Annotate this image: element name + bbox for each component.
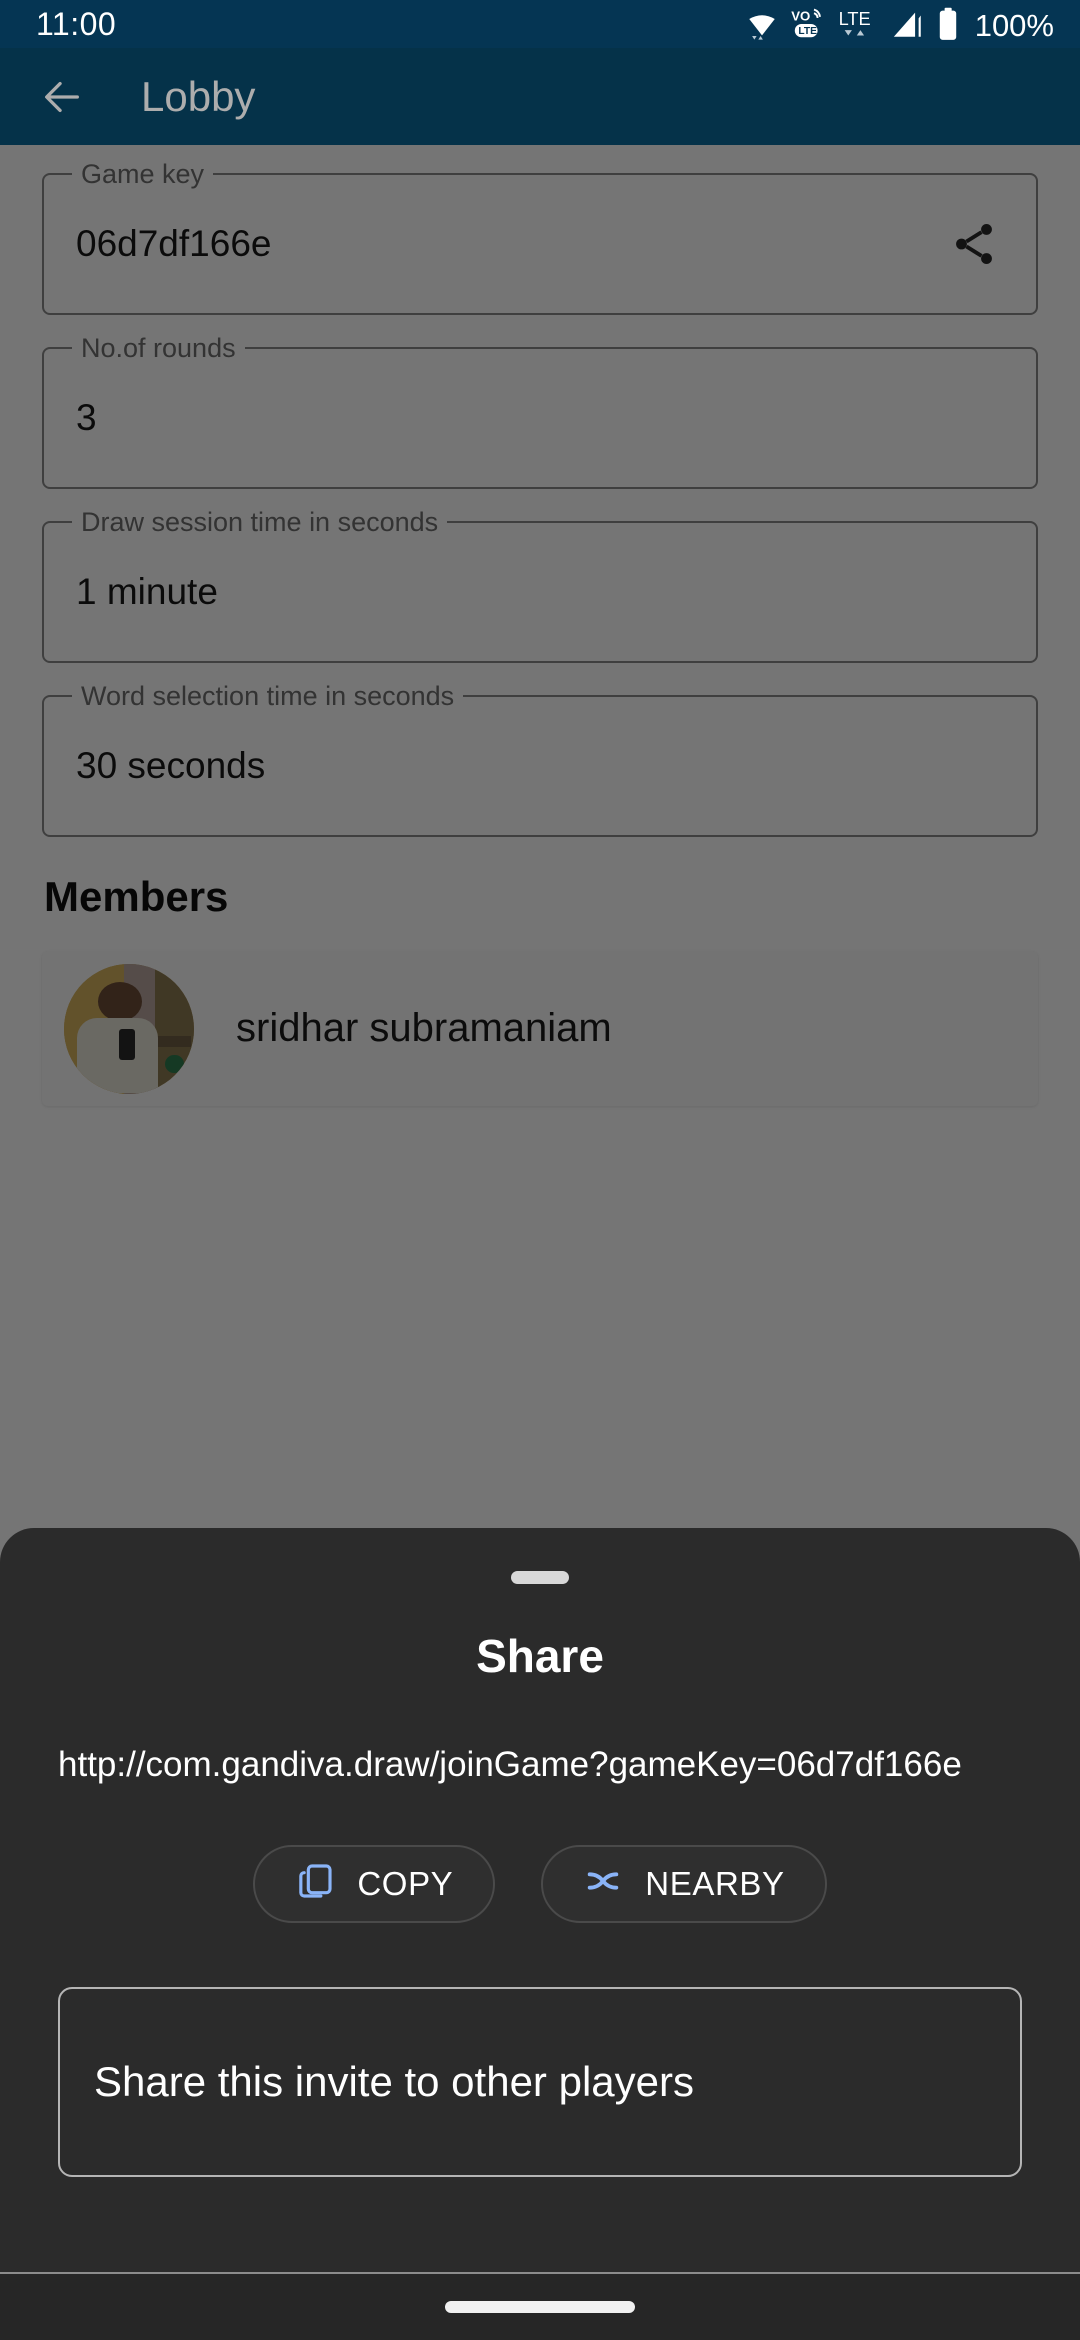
signal-icon	[890, 7, 926, 41]
battery-icon	[937, 7, 959, 41]
share-bottom-sheet: Share http://com.gandiva.draw/joinGame?g…	[0, 1528, 1080, 2272]
field-value-draw-session-time: 1 minute	[76, 571, 218, 612]
phone-screen: 11:00 VO LTE LTE 100% Lobby Game key 06d…	[0, 0, 1080, 2340]
copy-icon	[295, 1861, 335, 1906]
drag-handle[interactable]	[511, 1571, 569, 1584]
field-word-selection-time[interactable]: Word selection time in seconds 30 second…	[42, 680, 1038, 837]
field-value-word-selection-time: 30 seconds	[76, 745, 266, 786]
member-name: sridhar subramaniam	[236, 1006, 612, 1050]
field-number-of-rounds[interactable]: No.of rounds 3	[42, 332, 1038, 489]
volte-icon: VO LTE	[790, 7, 826, 41]
field-label-rounds: No.of rounds	[72, 332, 245, 365]
app-bar: Lobby	[0, 48, 1080, 145]
wifi-icon	[745, 7, 779, 41]
copy-button[interactable]: COPY	[253, 1844, 496, 1923]
invite-message-text: Share this invite to other players	[94, 2057, 694, 2105]
nearby-button[interactable]: NEARBY	[541, 1844, 827, 1923]
page-title: Lobby	[141, 72, 256, 120]
svg-text:LTE: LTE	[798, 26, 817, 37]
arrow-left-icon	[45, 81, 79, 112]
svg-text:VO: VO	[791, 8, 810, 23]
share-actions: COPY NEARBY	[58, 1844, 1022, 1923]
gesture-nav-bar	[0, 2272, 1080, 2340]
list-item[interactable]: sridhar subramaniam	[42, 951, 1038, 1106]
status-bar: 11:00 VO LTE LTE 100%	[0, 0, 1080, 48]
share-icon[interactable]	[946, 216, 1002, 272]
field-game-key[interactable]: Game key 06d7df166e	[42, 158, 1038, 315]
battery-percentage: 100%	[974, 8, 1054, 43]
svg-text:LTE: LTE	[838, 9, 870, 29]
copy-button-label: COPY	[357, 1864, 454, 1902]
home-gesture-pill[interactable]	[445, 2301, 635, 2313]
back-button[interactable]	[36, 71, 88, 123]
nearby-button-label: NEARBY	[645, 1864, 785, 1902]
field-label-word-selection-time: Word selection time in seconds	[72, 680, 464, 713]
field-value-game-key: 06d7df166e	[76, 223, 272, 264]
lte-icon: LTE	[837, 7, 879, 41]
avatar	[64, 963, 194, 1094]
status-bar-icons: VO LTE LTE 100%	[745, 7, 1054, 41]
field-label-draw-session-time: Draw session time in seconds	[72, 506, 448, 539]
status-bar-clock: 11:00	[36, 6, 117, 42]
nearby-share-icon	[583, 1861, 623, 1906]
field-draw-session-time[interactable]: Draw session time in seconds 1 minute	[42, 506, 1038, 663]
field-value-rounds: 3	[76, 397, 97, 438]
share-url-text: http://com.gandiva.draw/joinGame?gameKey…	[58, 1745, 962, 1784]
invite-message-box[interactable]: Share this invite to other players	[58, 1986, 1022, 2177]
members-heading: Members	[44, 873, 229, 920]
share-sheet-title: Share	[476, 1630, 604, 1682]
field-label-game-key: Game key	[72, 158, 214, 191]
